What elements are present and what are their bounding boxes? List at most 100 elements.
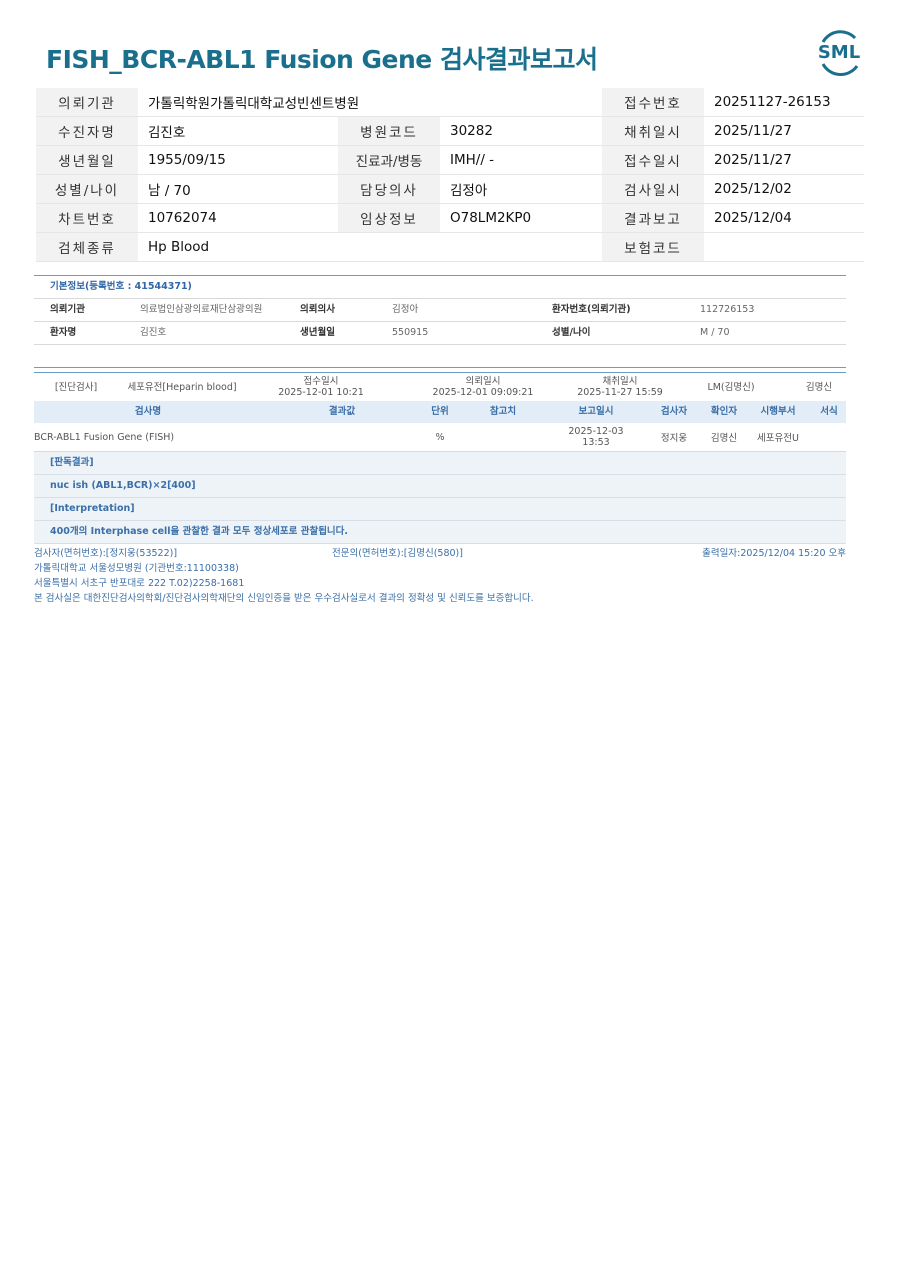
label-patient-name: 수진자명 xyxy=(36,116,138,146)
result-report-datetime: 2025-12-03 13:53 xyxy=(548,426,644,448)
exam-lm: LM(김명신) xyxy=(707,381,755,393)
col-unit: 단위 xyxy=(431,406,449,417)
footer-specialist: 전문의(면허번호):[김명신(580)] xyxy=(332,548,463,559)
basic-info-row: 의뢰기관 의료법인삼광의료재단삼광의원 의뢰의사 김정아 환자번호(의뢰기관) … xyxy=(34,299,846,322)
embedded-lab-report: 기본정보(등록번호 : 41544371) 의뢰기관 의료법인삼광의료재단삼광의… xyxy=(34,275,846,606)
footer-institution: 가톨릭대학교 서울성모병원 (기관번호:11100338) xyxy=(34,563,239,574)
result-report-date: 2025-12-03 xyxy=(568,426,624,437)
basic-label-sex-age: 성별/나이 xyxy=(552,327,591,338)
label-sex-age: 성별/나이 xyxy=(36,174,138,204)
footer-tester: 검사자(면허번호):[정지웅(53522)] xyxy=(34,548,178,559)
basic-label-doctor: 의뢰의사 xyxy=(300,304,335,315)
value-receipt-date: 2025/11/27 xyxy=(704,145,864,175)
interpretation-value: 400개의 Interphase cell을 관찰한 결과 모두 정상세포로 관… xyxy=(34,521,846,544)
label-specimen-type: 검체종류 xyxy=(36,232,138,262)
value-birth-date: 1955/09/15 xyxy=(138,145,338,175)
col-tester: 검사자 xyxy=(660,406,688,417)
value-requesting-institution: 가톨릭학원가톨릭대학교성빈센트병원 xyxy=(138,88,602,117)
patient-row: 수진자명 김진호 병원코드 30282 채취일시 2025/11/27 xyxy=(36,116,864,146)
exam-summary-row: [진단검사] 세포유전[Heparin blood] 접수일시 2025-12-… xyxy=(34,372,846,401)
label-collection-date: 채취일시 xyxy=(602,116,704,146)
basic-info-row: 환자명 김진호 생년월일 550915 성별/나이 M / 70 xyxy=(34,322,846,345)
report-footer: 검사자(면허번호):[정지웅(53522)] 전문의(면허번호):[김명신(58… xyxy=(34,544,846,606)
result-confirmer: 김명신 xyxy=(710,433,738,444)
results-header-row: 검사명 결과값 단위 참고치 보고일시 검사자 확인자 시행부서 서식 xyxy=(34,401,846,423)
basic-label-institution: 의뢰기관 xyxy=(50,304,85,315)
value-insurance-code xyxy=(704,232,864,262)
patient-row: 검체종류 Hp Blood 보험코드 xyxy=(36,232,864,262)
basic-label-birth: 생년월일 xyxy=(300,327,335,338)
value-attending-doctor: 김정아 xyxy=(440,174,602,204)
value-hospital-code: 30282 xyxy=(440,116,602,146)
sml-logo: SML xyxy=(818,30,860,76)
value-sex-age: 남 / 70 xyxy=(138,174,338,204)
patient-row: 의뢰기관 가톨릭학원가톨릭대학교성빈센트병원 접수번호 20251127-261… xyxy=(36,88,864,117)
exam-collected-label: 채취일시 xyxy=(602,376,638,387)
basic-value-patient-number: 112726153 xyxy=(700,304,755,315)
judgement-label: [판독결과] xyxy=(34,452,846,475)
interpretation-label: [Interpretation] xyxy=(34,498,846,521)
col-form: 서식 xyxy=(820,406,838,417)
col-reference: 참고치 xyxy=(489,406,517,417)
label-requesting-institution: 의뢰기관 xyxy=(36,88,138,117)
patient-row: 생년월일 1955/09/15 진료과/병동 IMH// - 접수일시 2025… xyxy=(36,145,864,175)
report-title: FISH_BCR-ABL1 Fusion Gene 검사결과보고서 xyxy=(46,45,598,74)
result-report-time: 13:53 xyxy=(582,437,610,448)
label-department: 진료과/병동 xyxy=(338,145,440,175)
judgement-value: nuc ish (ABL1,BCR)×2[400] xyxy=(34,475,846,498)
logo-text: SML xyxy=(818,42,860,63)
basic-value-sex-age: M / 70 xyxy=(700,327,730,338)
basic-value-birth: 550915 xyxy=(392,327,429,338)
label-birth-date: 생년월일 xyxy=(36,145,138,175)
result-test-name: BCR-ABL1 Fusion Gene (FISH) xyxy=(34,431,175,443)
label-insurance-code: 보험코드 xyxy=(602,232,704,262)
col-result: 결과값 xyxy=(328,406,356,417)
col-test-name: 검사명 xyxy=(134,406,162,417)
result-tester: 정지웅 xyxy=(660,433,688,444)
exam-collected-value: 2025-11-27 15:59 xyxy=(577,387,663,398)
exam-requested-label: 의뢰일시 xyxy=(465,376,501,387)
footer-address: 서울특별시 서초구 반포대로 222 T.02)2258-1681 xyxy=(34,578,245,589)
label-receipt-number: 접수번호 xyxy=(602,88,704,117)
value-test-date: 2025/12/02 xyxy=(704,174,864,204)
exam-received-label: 접수일시 xyxy=(303,376,339,387)
exam-doctor: 김명신 xyxy=(805,381,833,393)
label-attending-doctor: 담당의사 xyxy=(338,174,440,204)
basic-label-patient-number: 환자번호(의뢰기관) xyxy=(552,304,631,315)
value-chart-number: 10762074 xyxy=(138,203,338,233)
exam-requested: 의뢰일시 2025-12-01 09:09:21 xyxy=(396,376,570,398)
label-receipt-date: 접수일시 xyxy=(602,145,704,175)
value-result-report: 2025/12/04 xyxy=(704,203,864,233)
exam-requested-value: 2025-12-01 09:09:21 xyxy=(432,387,534,398)
value-specimen-type: Hp Blood xyxy=(138,232,602,262)
label-hospital-code: 병원코드 xyxy=(338,116,440,146)
footer-printed: 출력일자:2025/12/04 15:20 오후 xyxy=(702,548,846,559)
value-patient-name: 김진호 xyxy=(138,116,338,146)
patient-row: 성별/나이 남 / 70 담당의사 김정아 검사일시 2025/12/02 xyxy=(36,174,864,204)
basic-info-title: 기본정보(등록번호 : 41544371) xyxy=(34,276,846,299)
patient-row: 차트번호 10762074 임상정보 O78LM2KP0 결과보고 2025/1… xyxy=(36,203,864,233)
result-unit: % xyxy=(435,431,445,443)
basic-value-doctor: 김정아 xyxy=(392,304,419,315)
label-test-date: 검사일시 xyxy=(602,174,704,204)
result-department: 세포유전U xyxy=(757,433,799,444)
col-department: 시행부서 xyxy=(760,406,796,417)
value-receipt-number: 20251127-26153 xyxy=(704,88,864,117)
basic-value-patient-name: 김진호 xyxy=(140,327,167,338)
table-row: BCR-ABL1 Fusion Gene (FISH) % 2025-12-03… xyxy=(34,423,846,452)
basic-value-institution: 의료법인삼광의료재단삼광의원 xyxy=(140,304,263,315)
exam-received: 접수일시 2025-12-01 10:21 xyxy=(246,376,396,398)
exam-specimen: 세포유전[Heparin blood] xyxy=(127,381,237,393)
col-confirmer: 확인자 xyxy=(710,406,738,417)
label-result-report: 결과보고 xyxy=(602,203,704,233)
label-chart-number: 차트번호 xyxy=(36,203,138,233)
value-clinical-info: O78LM2KP0 xyxy=(440,203,602,233)
exam-type: [진단검사] xyxy=(54,381,98,393)
value-collection-date: 2025/11/27 xyxy=(704,116,864,146)
exam-collected: 채취일시 2025-11-27 15:59 xyxy=(570,376,670,398)
basic-label-patient-name: 환자명 xyxy=(50,327,77,338)
footer-certification: 본 검사실은 대한진단검사의학회/진단검사의학재단의 신임인증을 받은 우수검사… xyxy=(34,593,534,604)
exam-received-value: 2025-12-01 10:21 xyxy=(278,387,364,398)
value-department: IMH// - xyxy=(440,145,602,175)
patient-info-table: 의뢰기관 가톨릭학원가톨릭대학교성빈센트병원 접수번호 20251127-261… xyxy=(36,88,864,262)
